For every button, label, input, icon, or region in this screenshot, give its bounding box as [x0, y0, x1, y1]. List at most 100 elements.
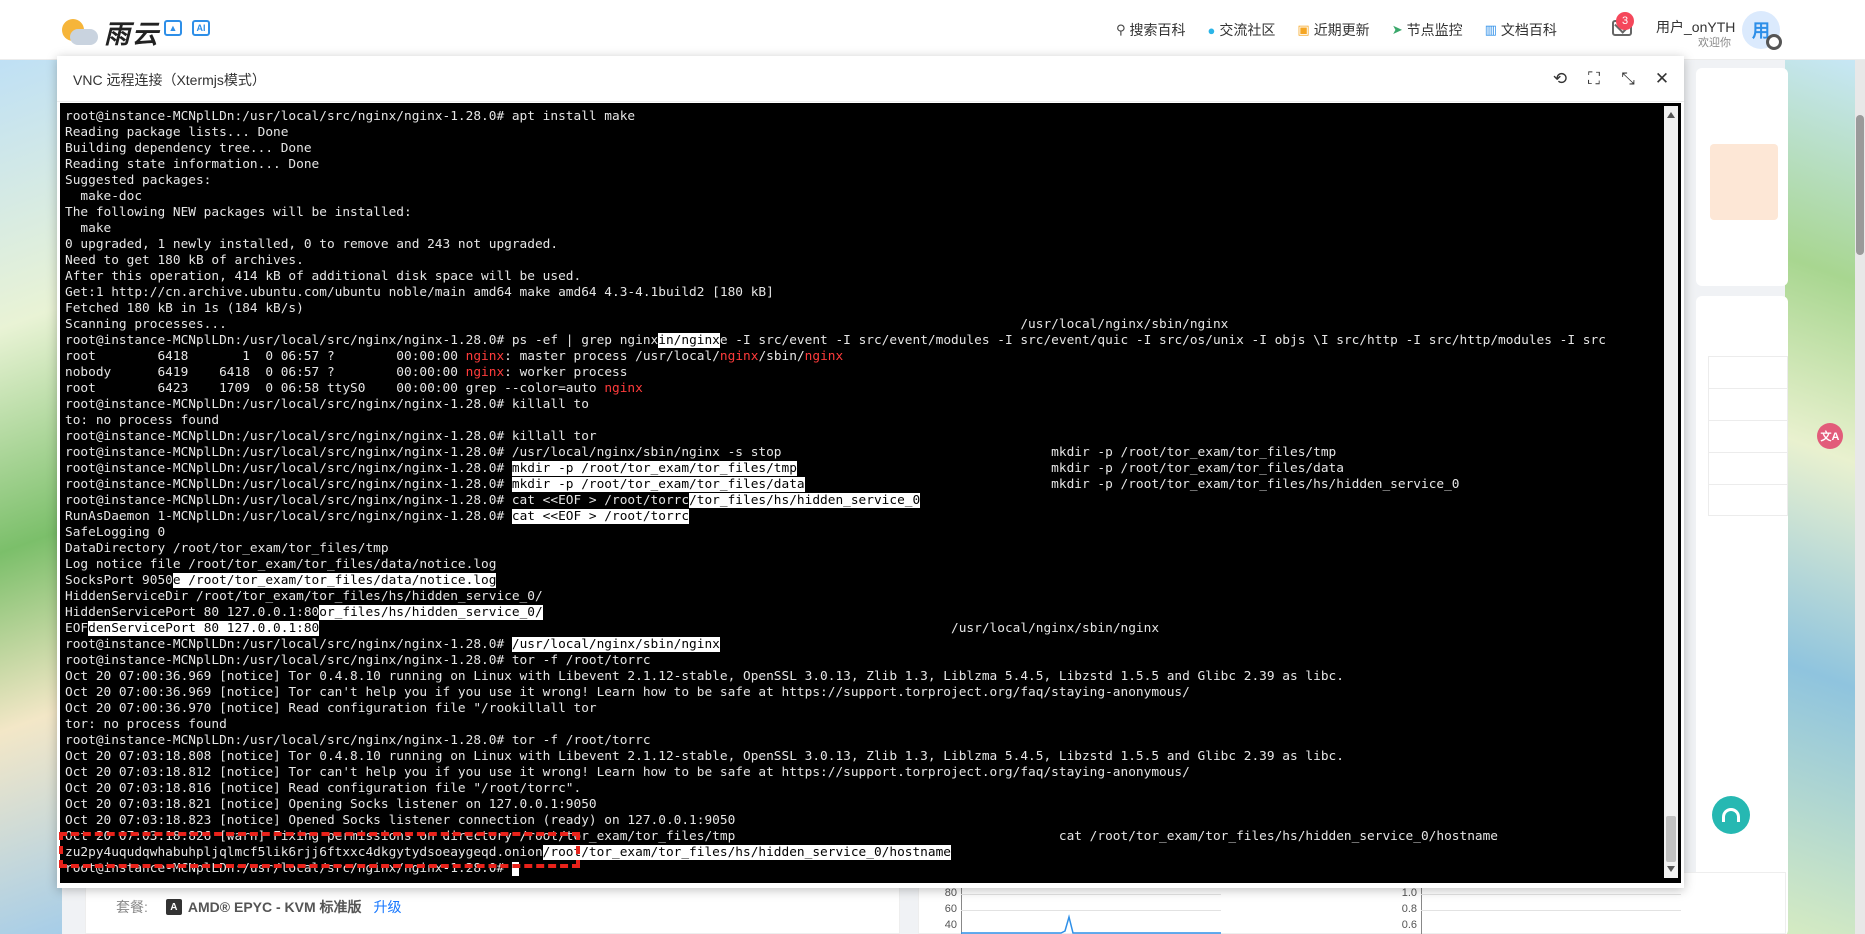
grep-match: nginx — [804, 349, 844, 364]
terminal-line: root@instance-MCNplLDn:/usr/local/src/ng… — [65, 477, 1660, 493]
load-mini-chart: 1.0 0.8 0.6 — [1387, 887, 1687, 934]
terminal-line: Fetched 180 kB in 1s (184 kB/s) — [65, 301, 1660, 317]
terminal-text: SocksPort 9050 — [65, 573, 173, 588]
highlight-annotation — [59, 832, 580, 868]
terminal-output: root@instance-MCNplLDn:/usr/local/src/ng… — [65, 109, 1660, 877]
terminal-text: Fetched 180 kB in 1s (184 kB/s) — [65, 301, 304, 316]
terminal-line: Oct 20 07:00:36.970 [notice] Read config… — [65, 701, 1660, 717]
terminal-line: EOFdenServicePort 80 127.0.0.1:80 /usr/l… — [65, 621, 1660, 637]
terminal-text: EOF — [65, 621, 89, 636]
image-icon[interactable]: ▲ — [164, 20, 182, 36]
terminal-text: DataDirectory /root/tor_exam/tor_files/t… — [65, 541, 389, 556]
ai-icon[interactable]: AI — [192, 20, 210, 36]
terminal-line: The following NEW packages will be insta… — [65, 205, 1660, 221]
terminal-line: make — [65, 221, 1660, 237]
terminal-text: RunAsDaemon 1-MCNplLDn:/usr/local/src/ng… — [65, 509, 512, 524]
avatar-status-icon — [1766, 34, 1782, 50]
terminal-line: root 6418 1 0 06:57 ? 00:00:00 nginx: ma… — [65, 349, 1660, 365]
terminal-screen[interactable]: root@instance-MCNplLDn:/usr/local/src/ng… — [60, 103, 1681, 883]
terminal-scrollbar-thumb[interactable] — [1666, 816, 1676, 862]
page-scrollbar-thumb[interactable] — [1856, 115, 1864, 255]
modal-toolbar: ⟲ ⛶ ⤡ ✕ — [1548, 68, 1674, 90]
terminal-text: root@instance-MCNplLDn:/usr/local/src/ng… — [65, 397, 589, 412]
terminal-text: Scanning processes... /usr/local/nginx/s… — [65, 317, 1229, 332]
package-row: 套餐: A AMD® EPYC - KVM 标准版 升级 — [116, 897, 402, 917]
nav-community[interactable]: ● 交流社区 — [1208, 20, 1276, 40]
terminal-line: Reading package lists... Done — [65, 125, 1660, 141]
site-logo[interactable]: 雨云 — [60, 14, 160, 51]
chart-tick: 40 — [944, 919, 957, 931]
reconnect-icon[interactable]: ⟲ — [1548, 68, 1572, 90]
terminal-text: root 6423 1709 0 06:58 ttyS0 00:00:00 gr… — [65, 381, 605, 396]
terminal-line: Oct 20 07:03:18.816 [notice] Read config… — [65, 781, 1660, 797]
chart-gridline — [1421, 894, 1681, 895]
terminal-text: Oct 20 07:03:18.816 [notice] Read config… — [65, 781, 582, 796]
monitor-icon: ➤ — [1391, 22, 1403, 37]
terminal-line: Oct 20 07:00:36.969 [notice] Tor can't h… — [65, 685, 1660, 701]
grep-match: nginx — [604, 381, 643, 396]
nav-search[interactable]: ⚲ 搜索百科 — [1116, 20, 1186, 40]
terminal-text: mkdir -p /root/tor_exam/tor_files/hs/hid… — [804, 477, 1460, 492]
package-name: AMD® EPYC - KVM 标准版 — [187, 899, 362, 915]
terminal-text: Oct 20 07:03:18.821 [notice] Opening Soc… — [65, 797, 597, 812]
nav-monitor[interactable]: ➤ 节点监控 — [1392, 20, 1463, 40]
terminal-line: root@instance-MCNplLDn:/usr/local/src/ng… — [65, 429, 1660, 445]
terminal-text: Oct 20 07:03:18.823 [notice] Opened Sock… — [65, 813, 736, 828]
terminal-text: root@instance-MCNplLDn:/usr/local/src/ng… — [65, 493, 690, 508]
side-panel-bottom — [1696, 296, 1788, 934]
upgrade-link[interactable]: 升级 — [374, 897, 402, 917]
terminal-text: make — [65, 221, 112, 236]
terminal-line: nobody 6419 6418 0 06:57 ? 00:00:00 ngin… — [65, 365, 1660, 381]
terminal-text: HiddenServiceDir /root/tor_exam/tor_file… — [65, 589, 543, 604]
page-scrollbar[interactable] — [1855, 60, 1865, 934]
terminal-line: Get:1 http://cn.archive.ubuntu.com/ubunt… — [65, 285, 1660, 301]
support-button[interactable] — [1712, 796, 1750, 834]
minimize-icon[interactable]: ⤡ — [1616, 68, 1640, 90]
terminal-line: make-doc — [65, 189, 1660, 205]
selected-text: mkdir -p /root/tor_exam/tor_files/tmp — [511, 461, 797, 476]
terminal-line: root@instance-MCNplLDn:/usr/local/src/ng… — [65, 445, 1660, 461]
background-art-left — [0, 60, 62, 934]
fullscreen-icon[interactable]: ⛶ — [1582, 68, 1606, 90]
nav-updates[interactable]: ▣ 近期更新 — [1297, 20, 1369, 40]
modal-title: VNC 远程连接（Xtermjs模式） — [73, 72, 266, 88]
terminal-line: SocksPort 9050e /root/tor_exam/tor_files… — [65, 573, 1660, 589]
terminal-text: Oct 20 07:03:18.812 [notice] Tor can't h… — [65, 765, 1190, 780]
logo-text: 雨云 — [104, 19, 161, 49]
community-icon: ● — [1207, 22, 1216, 38]
terminal-scrollbar[interactable] — [1664, 106, 1678, 878]
terminal-text: root@instance-MCNplLDn:/usr/local/src/ng… — [65, 637, 512, 652]
nav-label: 文档百科 — [1500, 22, 1557, 38]
terminal-line: Oct 20 07:03:18.821 [notice] Opening Soc… — [65, 797, 1660, 813]
terminal-line: root@instance-MCNplLDn:/usr/local/src/ng… — [65, 397, 1660, 413]
nav-docs[interactable]: ▥ 文档百科 — [1485, 20, 1557, 40]
mail-badge: 3 — [1616, 12, 1634, 30]
terminal-line: 0 upgraded, 1 newly installed, 0 to remo… — [65, 237, 1660, 253]
grep-match: nginx — [719, 349, 759, 364]
terminal-line: root@instance-MCNplLDn:/usr/local/src/ng… — [65, 733, 1660, 749]
terminal-text: make-doc — [65, 189, 143, 204]
terminal-text: The following NEW packages will be insta… — [65, 205, 412, 220]
chart-tick: 80 — [944, 887, 957, 899]
chart-tick: 0.6 — [1401, 919, 1417, 931]
terminal-line: Scanning processes... /usr/local/nginx/s… — [65, 317, 1660, 333]
chart-tick: 1.0 — [1401, 887, 1417, 899]
side-panel-top — [1696, 68, 1788, 286]
terminal-line: HiddenServicePort 80 127.0.0.1:80or_file… — [65, 605, 1660, 621]
docs-icon: ▥ — [1484, 22, 1497, 37]
translate-icon[interactable]: 文A — [1817, 423, 1843, 449]
terminal-line: After this operation, 414 kB of addition… — [65, 269, 1660, 285]
terminal-text: Suggested packages: — [65, 173, 212, 188]
terminal-text: 0 upgraded, 1 newly installed, 0 to remo… — [65, 237, 559, 252]
terminal-line: Oct 20 07:03:18.812 [notice] Tor can't h… — [65, 765, 1660, 781]
selected-text: /usr/local/nginx/sbin/nginx — [511, 637, 720, 652]
terminal-line: root@instance-MCNplLDn:/usr/local/src/ng… — [65, 637, 1660, 653]
selected-text: mkdir -p /root/tor_exam/tor_files/data — [511, 477, 805, 492]
close-icon[interactable]: ✕ — [1650, 68, 1674, 90]
terminal-text: root@instance-MCNplLDn:/usr/local/src/ng… — [65, 477, 512, 492]
terminal-text: Oct 20 07:00:36.969 [notice] Tor can't h… — [65, 685, 1190, 700]
scroll-up-icon[interactable] — [1667, 112, 1675, 118]
terminal-text: Need to get 180 kB of archives. — [65, 253, 304, 268]
scroll-down-icon[interactable] — [1667, 866, 1675, 872]
terminal-text: Building dependency tree... Done — [65, 141, 312, 156]
